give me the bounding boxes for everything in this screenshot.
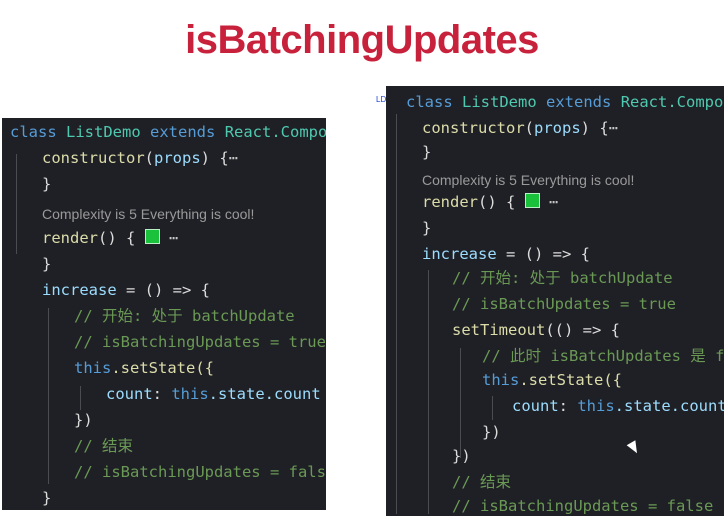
code-line-count: count: this.state.count + 1 (512, 394, 724, 418)
code-line-close: } (42, 255, 52, 273)
code-comment: // 结束 (74, 437, 133, 455)
right-code-panel: class ListDemo extends React.Component {… (386, 86, 724, 516)
code-comment: // 开始: 处于 batchUpdate (452, 269, 673, 287)
increase-name: increase (42, 281, 117, 299)
count-key: count (106, 385, 153, 403)
code-line-increase: increase = () => { (42, 278, 210, 302)
code-comment: // 此时 isBatchUpdates 是 false (482, 347, 724, 365)
code-line-count: count: this.state.count + 1 (106, 382, 326, 406)
indent-guide (16, 154, 17, 254)
settimeout-args: (() => { (545, 321, 620, 339)
keyword-this: this (482, 371, 520, 389)
state-count-expr: .state.count + 1 (614, 397, 724, 415)
arrow-fn: = () => { (496, 245, 590, 263)
indent-guide (460, 348, 461, 458)
constructor-tail: { (210, 149, 229, 167)
indent-guide (80, 386, 81, 410)
setstate-call: .setState({ (519, 371, 622, 389)
fold-ellipsis-icon[interactable]: ⋯ (229, 149, 238, 167)
class-name: ListDemo (66, 123, 141, 141)
code-line-render: render() { ⋯ (42, 226, 178, 250)
fold-ellipsis-icon[interactable]: ⋯ (169, 229, 178, 247)
green-square-icon (144, 229, 160, 244)
constructor-param: props (154, 149, 201, 167)
constructor-tail: { (590, 119, 609, 137)
setstate-call: .setState({ (111, 359, 214, 377)
indent-guide (492, 396, 493, 420)
slide-title: isBatchingUpdates (185, 18, 539, 62)
code-comment: // isBatchingUpdates = false (74, 463, 326, 481)
code-line-close: } (42, 489, 52, 507)
code-line-constructor: constructor(props) {⋯ (422, 119, 619, 137)
render-name: render (42, 229, 98, 247)
indent-guide (428, 270, 429, 514)
base-class: React.Component (224, 123, 326, 141)
code-line-setstate: this.setState({ (482, 368, 622, 392)
code-comment: // isBatchingUpdates = false (452, 497, 714, 515)
code-line-class: class ListDemo extends React.Component { (10, 120, 326, 144)
render-tail: () { (98, 229, 136, 247)
render-tail: () { (478, 193, 516, 211)
code-lens-complexity[interactable]: Complexity is 5 Everything is cool! (422, 168, 634, 192)
code-comment: // isBatchingUpdates = true (74, 333, 326, 351)
state-count-expr: .state.count + 1 (208, 385, 321, 403)
code-line-increase: increase = () => { (422, 242, 590, 266)
increase-name: increase (422, 245, 497, 263)
keyword-class: class (10, 123, 57, 141)
code-line-settimeout: setTimeout(() => { (452, 318, 620, 342)
class-name: ListDemo (462, 93, 537, 111)
code-line-close: } (422, 143, 432, 161)
render-name: render (422, 193, 478, 211)
code-line-close: }) (452, 447, 471, 465)
code-line-close: }) (482, 423, 501, 441)
indent-guide (48, 308, 49, 484)
code-lens-complexity[interactable]: Complexity is 5 Everything is cool! (42, 202, 254, 226)
keyword-extends: extends (150, 123, 216, 141)
code-comment: // isBatchUpdates = true (452, 295, 676, 313)
constructor-param: props (534, 119, 581, 137)
keyword-this: this (577, 397, 615, 415)
colon: : (152, 385, 172, 403)
code-line-constructor: constructor(props) {⋯ (42, 149, 239, 167)
code-line-close: } (422, 219, 432, 237)
keyword-extends: extends (546, 93, 612, 111)
base-class: React.Component (620, 93, 724, 111)
green-square-icon (524, 193, 540, 208)
settimeout-name: setTimeout (452, 321, 546, 339)
constructor-name: constructor (42, 149, 145, 167)
keyword-this: this (171, 385, 209, 403)
arrow-fn: = () => { (116, 281, 210, 299)
fold-ellipsis-icon[interactable]: ⋯ (609, 119, 618, 137)
colon: : (558, 397, 578, 415)
code-comment: // 结束 (452, 473, 511, 491)
indent-guide (396, 114, 397, 514)
code-comment: // 开始: 处于 batchUpdate (74, 307, 295, 325)
left-code-panel: class ListDemo extends React.Component {… (2, 118, 326, 510)
code-line-class: class ListDemo extends React.Component { (406, 90, 724, 114)
count-key: count (512, 397, 559, 415)
code-line-setstate: this.setState({ (74, 356, 214, 380)
code-line-render: render() { ⋯ (422, 190, 558, 214)
keyword-this: this (74, 359, 112, 377)
constructor-name: constructor (422, 119, 525, 137)
code-line-close: }) (74, 411, 93, 429)
code-line-close: } (42, 175, 52, 193)
keyword-class: class (406, 93, 453, 111)
fold-ellipsis-icon[interactable]: ⋯ (549, 193, 558, 211)
